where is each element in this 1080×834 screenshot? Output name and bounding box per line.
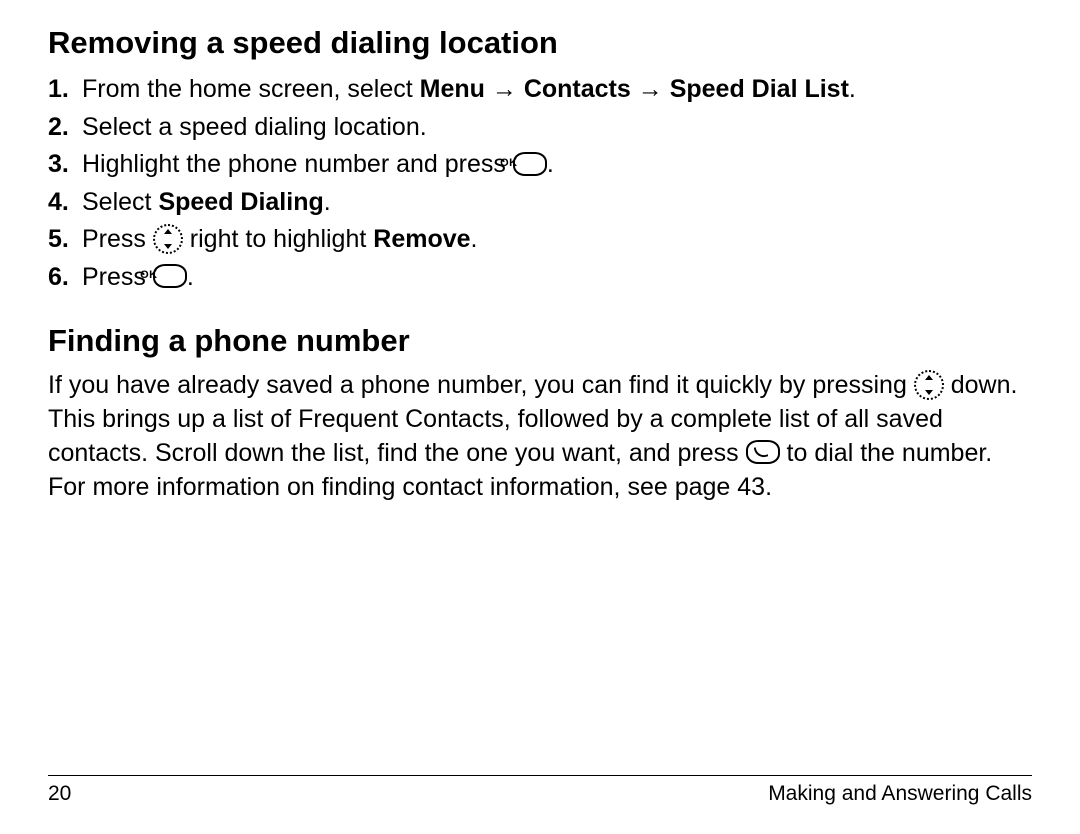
body-text: If you have already saved a phone number… — [48, 371, 914, 399]
option-remove: Remove — [373, 225, 470, 253]
step-text: . — [187, 263, 194, 291]
page-footer: 20 Making and Answering Calls — [48, 775, 1032, 806]
step-number: 2. — [48, 109, 82, 147]
heading-removing-speed-dial: Removing a speed dialing location — [48, 24, 1032, 61]
arrow-icon: → — [492, 75, 517, 103]
ok-button-icon — [513, 152, 547, 176]
step-text: . — [849, 75, 856, 103]
step-text: Press — [82, 225, 153, 253]
step-text: Highlight the phone number and press — [82, 150, 513, 178]
nav-key-icon — [914, 370, 944, 400]
step-number: 3. — [48, 146, 82, 184]
step-4: 4.Select Speed Dialing. — [48, 184, 1032, 222]
steps-removing: 1.From the home screen, select Menu → Co… — [48, 71, 1032, 296]
step-text: From the home screen, select — [82, 75, 420, 103]
call-key-icon — [746, 440, 780, 464]
ok-button-icon — [153, 264, 187, 288]
step-3: 3.Highlight the phone number and press . — [48, 146, 1032, 184]
menu-path-menu: Menu — [420, 75, 485, 103]
menu-path-contacts: Contacts — [524, 75, 631, 103]
menu-path-speed-dial-list: Speed Dial List — [670, 75, 849, 103]
manual-page: Removing a speed dialing location 1.From… — [0, 0, 1080, 834]
step-text: . — [547, 150, 554, 178]
step-2: 2.Select a speed dialing location. — [48, 109, 1032, 147]
page-number: 20 — [48, 782, 71, 806]
option-speed-dialing: Speed Dialing — [158, 188, 323, 216]
nav-key-icon — [153, 224, 183, 254]
step-text: Select — [82, 188, 158, 216]
step-number: 5. — [48, 221, 82, 259]
heading-finding-phone-number: Finding a phone number — [48, 322, 1032, 359]
step-6: 6.Press . — [48, 259, 1032, 297]
step-number: 1. — [48, 71, 82, 109]
step-number: 6. — [48, 259, 82, 297]
step-5: 5.Press right to highlight Remove. — [48, 221, 1032, 259]
step-text: Select a speed dialing location. — [82, 113, 427, 141]
arrow-icon: → — [638, 75, 663, 103]
step-text: right to highlight — [183, 225, 373, 253]
step-number: 4. — [48, 184, 82, 222]
chapter-title: Making and Answering Calls — [768, 782, 1032, 806]
step-1: 1.From the home screen, select Menu → Co… — [48, 71, 1032, 109]
step-text: . — [324, 188, 331, 216]
paragraph-finding: If you have already saved a phone number… — [48, 369, 1032, 504]
step-text: . — [471, 225, 478, 253]
